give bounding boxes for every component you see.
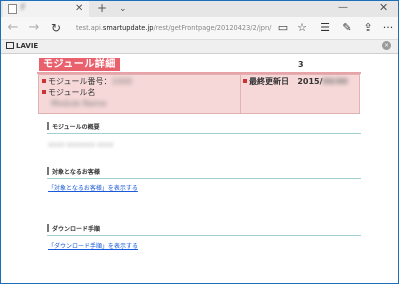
section-heading-overview: モジュールの概要 bbox=[47, 122, 361, 134]
module-name-value-text: Module Name bbox=[51, 99, 107, 108]
hub-icon[interactable]: ☰ bbox=[317, 19, 333, 37]
tab-close-icon[interactable]: ✕ bbox=[75, 2, 83, 16]
section-heading-target: 対象となるお客様 bbox=[47, 167, 361, 179]
refresh-icon[interactable]: ↻ bbox=[47, 19, 65, 37]
reading-view-icon[interactable]: ▭ bbox=[275, 19, 291, 37]
module-number-value: 1000 bbox=[111, 77, 132, 86]
tab-list-icon[interactable]: ⌄ bbox=[119, 2, 127, 16]
module-info-box: モジュール番号：1000 モジュール名 Module Name 最終更新日 20… bbox=[38, 74, 360, 114]
address-bar[interactable]: test.api.smartupdate.jp/rest/getFrontpag… bbox=[76, 19, 272, 37]
info-divider bbox=[240, 75, 241, 113]
share-icon[interactable]: ⇪ bbox=[360, 19, 376, 37]
show-download-steps-link[interactable]: 「ダウンロード手順」を表示する bbox=[48, 242, 138, 251]
minimize-icon[interactable]: — bbox=[338, 1, 348, 15]
module-name-value: Module Name bbox=[51, 98, 106, 109]
brand-bar: LAVIE × bbox=[1, 39, 398, 54]
browser-tab[interactable]: F ✕ bbox=[3, 1, 89, 17]
last-updated-value: 2015/ bbox=[297, 77, 323, 86]
brandbar-close-icon[interactable]: × bbox=[382, 41, 391, 50]
overview-text: XXXX XXXXXXX XXXX bbox=[48, 142, 114, 149]
module-name-label: モジュール名 bbox=[48, 88, 96, 97]
tab-strip: F ✕ + ⌄ — ✕ bbox=[1, 1, 398, 17]
bullet-icon bbox=[42, 79, 46, 83]
lavie-mark-icon bbox=[6, 42, 14, 49]
window-close-icon[interactable]: ✕ bbox=[379, 1, 388, 15]
last-updated-hidden: 00/00 bbox=[322, 77, 348, 86]
web-note-icon[interactable]: ✎ bbox=[339, 19, 355, 37]
last-updated-row: 最終更新日 2015/00/00 bbox=[243, 76, 348, 87]
browser-window: F ✕ + ⌄ — ✕ ← → ↻ test.api.smartupdate.j… bbox=[0, 0, 399, 284]
more-icon[interactable]: ··· bbox=[380, 19, 396, 37]
section-heading-download: ダウンロード手順 bbox=[47, 224, 361, 236]
page-title-number: 3 bbox=[298, 60, 304, 69]
last-updated-label: 最終更新日 bbox=[249, 77, 289, 86]
module-name-row: モジュール名 bbox=[42, 87, 95, 98]
bullet-icon bbox=[42, 90, 46, 94]
forward-icon[interactable]: → bbox=[25, 19, 43, 37]
page-content: モジュール詳細 3 モジュール番号：1000 モジュール名 Module Nam… bbox=[1, 54, 398, 283]
module-number-label: モジュール番号： bbox=[48, 77, 112, 86]
favorite-star-icon[interactable]: ☆ bbox=[294, 19, 310, 37]
url-path: /rest/getFrontpage/20120423/2/jpn/?id=10 bbox=[153, 24, 272, 32]
title-bar: モジュール詳細 3 bbox=[37, 58, 361, 74]
url-prefix: test.api. bbox=[76, 24, 103, 32]
bullet-icon bbox=[243, 79, 247, 83]
lavie-logo-text: LAVIE bbox=[16, 42, 39, 50]
page-favicon-icon bbox=[8, 4, 17, 14]
tab-title: F bbox=[21, 3, 26, 12]
back-icon[interactable]: ← bbox=[4, 19, 22, 37]
url-host: smartupdate.jp bbox=[102, 24, 154, 32]
new-tab-icon[interactable]: + bbox=[97, 1, 107, 16]
module-number-row: モジュール番号：1000 bbox=[42, 76, 132, 87]
show-target-customers-link[interactable]: 「対象となるお客様」を表示する bbox=[48, 184, 138, 193]
lavie-logo: LAVIE bbox=[6, 41, 40, 52]
address-toolbar: ← → ↻ test.api.smartupdate.jp/rest/getFr… bbox=[1, 17, 398, 39]
page-title: モジュール詳細 bbox=[39, 58, 120, 71]
